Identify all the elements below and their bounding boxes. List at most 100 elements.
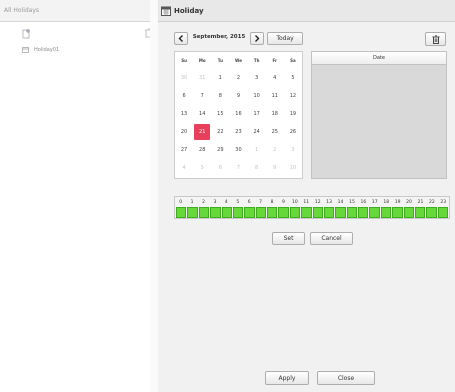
apply-button[interactable]: Apply (265, 371, 309, 385)
hour-cell[interactable] (301, 207, 312, 218)
calendar-day[interactable]: 27 (175, 141, 193, 159)
hour-schedule: 0 1 2 3 4 5 6 7 8 9 10 11 12 13 14 15 16 17 18 19 20 21 22 23 (174, 196, 450, 219)
weekday-label: Th (253, 58, 260, 63)
hour-cell[interactable] (244, 207, 255, 218)
hour-cell[interactable] (358, 207, 369, 218)
hour-label: 11 (303, 199, 310, 205)
hour-cell[interactable] (369, 207, 380, 218)
hour-label: 0 (179, 199, 183, 205)
hour-cell[interactable] (278, 207, 289, 218)
hour-label: 4 (224, 199, 228, 205)
weekday-label: Sa (290, 58, 296, 63)
calendar-day[interactable]: 29 (211, 141, 229, 159)
calendar-day[interactable]: 4 (266, 69, 284, 87)
hour-cell[interactable] (255, 207, 266, 218)
calendar-day[interactable]: 6 (211, 159, 229, 177)
trash-icon (432, 34, 439, 44)
calendar-day[interactable]: 19 (284, 105, 302, 123)
calendar-day[interactable]: 20 (175, 123, 193, 141)
calendar-day[interactable]: 8 (248, 159, 266, 177)
hour-label: 15 (349, 199, 355, 205)
calendar-day[interactable]: 5 (284, 69, 302, 87)
calendar-day[interactable]: 24 (248, 123, 266, 141)
holiday-date-table: Date (311, 51, 447, 179)
calendar-day[interactable]: 1 (248, 141, 266, 159)
hour-cell[interactable] (437, 207, 448, 218)
hour-cell[interactable] (187, 207, 198, 218)
delete-date-button[interactable] (425, 32, 446, 46)
hour-label: 9 (282, 199, 285, 205)
prev-month-button[interactable] (174, 32, 188, 45)
hour-cell[interactable] (232, 207, 244, 218)
calendar-day[interactable]: 9 (266, 159, 284, 177)
calendar-day[interactable]: 17 (248, 105, 266, 123)
hour-cell[interactable] (176, 207, 187, 218)
hour-cell[interactable] (221, 207, 232, 218)
calendar-day[interactable]: 4 (175, 159, 193, 177)
hour-label: 7 (259, 199, 263, 205)
calendar-day[interactable]: 15 (211, 105, 229, 123)
hour-cell[interactable] (380, 207, 392, 218)
hour-cell[interactable] (403, 207, 414, 218)
hour-cell[interactable] (335, 207, 346, 218)
calendar-day[interactable]: 5 (193, 159, 211, 177)
calendar-day[interactable]: 11 (266, 87, 284, 105)
hour-cell[interactable] (323, 207, 335, 218)
calendar-day[interactable]: 22 (211, 123, 229, 141)
hour-label: 1 (190, 199, 194, 205)
hour-label: 19 (394, 199, 401, 205)
calendar-day[interactable]: 23 (229, 123, 247, 141)
calendar-day[interactable]: 3 (248, 69, 266, 87)
calendar-day[interactable]: 2 (229, 69, 247, 87)
calendar-day[interactable]: 31 (193, 69, 211, 87)
calendar-day[interactable]: 7 (193, 87, 211, 105)
calendar-day[interactable]: 25 (266, 123, 284, 141)
calendar-day[interactable]: 6 (175, 87, 193, 105)
set-button[interactable]: Set (272, 232, 305, 245)
hour-label: 13 (326, 199, 332, 205)
hour-cell[interactable] (392, 207, 403, 218)
hour-cell[interactable] (346, 207, 357, 218)
calendar-day[interactable]: 18 (266, 105, 284, 123)
hour-cell[interactable] (426, 207, 437, 218)
calendar-day[interactable]: 9 (229, 87, 247, 105)
hour-cell[interactable] (312, 207, 323, 218)
calendar-day[interactable]: 3 (284, 141, 302, 159)
scrollbar[interactable] (150, 0, 158, 392)
hour-label: 2 (202, 199, 205, 205)
calendar-day[interactable]: 1 (211, 69, 229, 87)
hour-label: 6 (247, 199, 251, 205)
hour-label: 14 (337, 199, 344, 205)
calendar-day[interactable]: 2 (266, 141, 284, 159)
hour-labels: 0 1 2 3 4 5 6 7 8 9 10 11 12 13 14 15 16 17 18 19 20 21 22 23 (175, 197, 449, 207)
calendar-day[interactable]: 8 (211, 87, 229, 105)
calendar-day[interactable]: 30 (175, 69, 193, 87)
calendar-day[interactable]: 7 (229, 159, 247, 177)
next-month-button[interactable] (250, 32, 264, 45)
hour-cell[interactable] (267, 207, 278, 218)
hour-cell[interactable] (414, 207, 426, 218)
calendar-day[interactable]: 10 (248, 87, 266, 105)
hour-cell[interactable] (198, 207, 210, 218)
hour-label: 16 (360, 199, 367, 205)
calendar-day[interactable]: 12 (284, 87, 302, 105)
holiday-editor: Holiday September, 2015 Today Su Mo Tu We Th… (158, 0, 455, 392)
close-button[interactable]: Close (317, 371, 375, 385)
calendar-day[interactable]: 14 (193, 105, 211, 123)
holiday-list-item[interactable]: Holiday01 (22, 45, 59, 55)
hour-cell[interactable] (210, 207, 221, 218)
hour-cell[interactable] (289, 207, 301, 218)
add-icon[interactable] (22, 28, 32, 39)
page-title: Holiday (174, 7, 204, 15)
cancel-button[interactable]: Cancel (310, 232, 353, 245)
calendar-day[interactable]: 28 (193, 141, 211, 159)
calendar-day[interactable]: 13 (175, 105, 193, 123)
calendar-day[interactable]: 16 (229, 105, 247, 123)
today-button[interactable]: Today (267, 32, 303, 45)
calendar-day[interactable]: 26 (284, 123, 302, 141)
calendar-day[interactable]: 10 (284, 159, 302, 177)
date-column-header: Date (312, 52, 446, 65)
calendar-day[interactable]: 30 (229, 141, 247, 159)
calendar-day-selected[interactable]: 21 (194, 124, 211, 140)
hour-label: 17 (371, 199, 378, 205)
